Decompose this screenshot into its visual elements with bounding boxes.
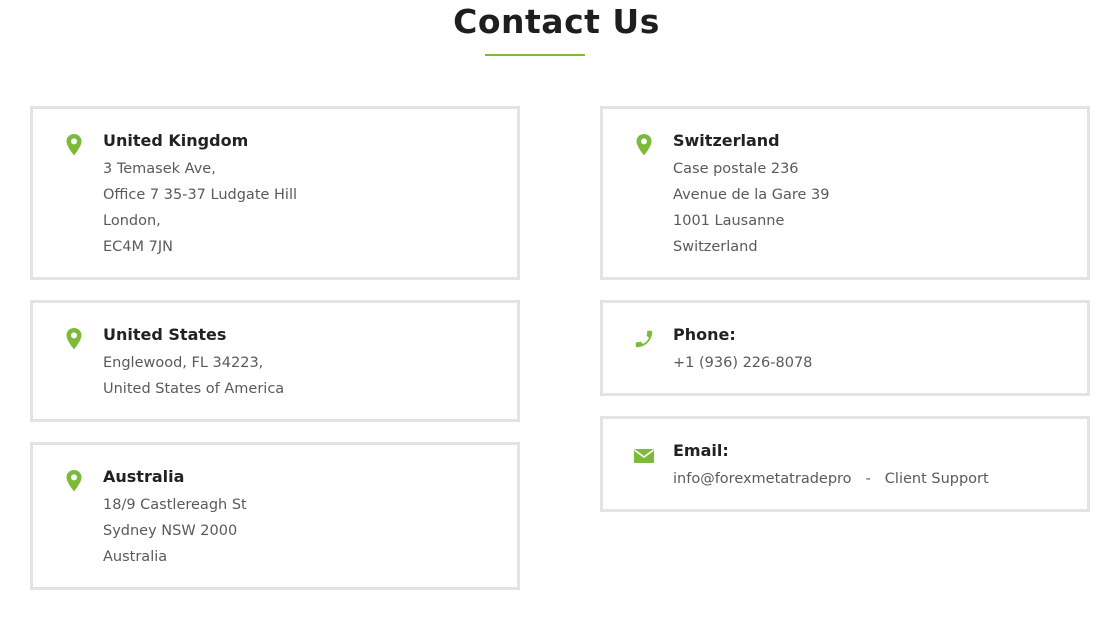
card-heading: United States — [103, 325, 227, 344]
card-heading: Email: — [673, 441, 729, 460]
address-line: EC4M 7JN — [103, 239, 173, 255]
phone-number-link[interactable]: +1 (936) 226-8078 — [673, 350, 812, 376]
card-heading: Switzerland — [673, 131, 780, 150]
location-pin-icon — [63, 133, 85, 157]
client-support-link[interactable]: Client Support — [885, 471, 989, 487]
envelope-icon — [633, 447, 655, 471]
address-line: Case postale 236 — [673, 161, 799, 177]
card-body: Phone: +1 (936) 226-8078 — [673, 322, 812, 376]
page-title: Contact Us — [453, 2, 660, 41]
email-address-link[interactable]: info@forexmetatradepro — [673, 471, 852, 487]
address-line: Switzerland — [673, 239, 758, 255]
location-pin-icon — [63, 469, 85, 493]
title-underline — [485, 54, 585, 56]
contact-card-uk: United Kingdom 3 Temasek Ave, Office 7 3… — [30, 106, 520, 280]
address-line: Avenue de la Gare 39 — [673, 187, 830, 203]
card-body: United Kingdom 3 Temasek Ave, Office 7 3… — [103, 128, 297, 260]
contact-page: Contact Us United Kingdom 3 Temasek Ave,… — [0, 0, 1113, 633]
contact-card-phone: Phone: +1 (936) 226-8078 — [600, 300, 1090, 396]
separator: - — [865, 471, 871, 487]
location-pin-icon — [63, 327, 85, 351]
address-line: Office 7 35-37 Ludgate Hill — [103, 187, 298, 203]
card-heading: Australia — [103, 467, 185, 486]
card-heading: United Kingdom — [103, 131, 249, 150]
address-line: Australia — [103, 549, 168, 565]
phone-icon — [633, 327, 655, 351]
card-body: Switzerland Case postale 236 Avenue de l… — [673, 128, 829, 260]
address-line: 3 Temasek Ave, — [103, 161, 216, 177]
location-pin-icon — [633, 133, 655, 157]
card-body: Email: info@forexmetatradepro - Client Sup… — [673, 438, 989, 492]
contact-card-us: United States Englewood, FL 34223, Unite… — [30, 300, 520, 422]
address-line: London, — [103, 213, 161, 229]
card-body: Australia 18/9 Castlereagh St Sydney NSW… — [103, 464, 247, 570]
address-line: Sydney NSW 2000 — [103, 523, 238, 539]
contact-card-switzerland: Switzerland Case postale 236 Avenue de l… — [600, 106, 1090, 280]
email-line: info@forexmetatradepro - Client Support — [673, 466, 989, 492]
card-heading: Phone: — [673, 325, 736, 344]
card-body: United States Englewood, FL 34223, Unite… — [103, 322, 284, 402]
address-line: 1001 Lausanne — [673, 213, 785, 229]
contact-card-email: Email: info@forexmetatradepro - Client Sup… — [600, 416, 1090, 512]
address-line: Englewood, FL 34223, — [103, 355, 264, 371]
address-line: 18/9 Castlereagh St — [103, 497, 247, 513]
contact-card-australia: Australia 18/9 Castlereagh St Sydney NSW… — [30, 442, 520, 590]
address-line: United States of America — [103, 381, 285, 397]
